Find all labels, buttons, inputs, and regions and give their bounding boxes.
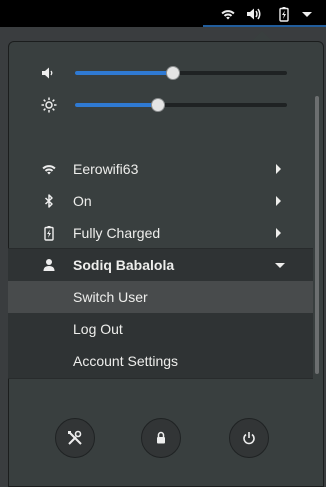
settings-tools-icon <box>68 430 82 445</box>
tray-active-indicator <box>203 25 326 27</box>
switch-user-label: Switch User <box>73 289 148 305</box>
account-settings-label: Account Settings <box>73 353 179 369</box>
menu-scrollbar[interactable] <box>315 96 319 374</box>
system-tray[interactable] <box>203 0 326 27</box>
top-bar <box>0 0 326 27</box>
power-button[interactable] <box>229 418 269 458</box>
wifi-menu-item[interactable]: Eerowifi63 <box>8 153 313 185</box>
dropdown-arrow-icon <box>299 6 315 22</box>
bluetooth-menu-item[interactable]: On <box>8 185 313 217</box>
switch-user-item[interactable]: Switch User <box>8 281 313 313</box>
log-out-item[interactable]: Log Out <box>8 313 313 345</box>
settings-button[interactable] <box>55 418 95 458</box>
brightness-slider-fill <box>75 103 158 107</box>
chevron-down-icon <box>275 263 285 268</box>
battery-menu-label: Fully Charged <box>73 225 161 241</box>
volume-icon <box>41 65 57 81</box>
volume-slider-row <box>0 58 300 88</box>
user-name: Sodiq Babalola <box>73 257 175 273</box>
chevron-right-icon <box>276 228 281 238</box>
lock-button[interactable] <box>141 418 181 458</box>
brightness-slider-row <box>0 90 300 120</box>
user-icon <box>41 257 57 273</box>
power-icon <box>243 432 255 445</box>
wifi-icon <box>41 161 57 177</box>
battery-menu-item[interactable]: Fully Charged <box>8 217 313 249</box>
bluetooth-icon <box>41 193 57 209</box>
volume-slider[interactable] <box>75 66 287 80</box>
wifi-menu-label: Eerowifi63 <box>73 161 139 177</box>
account-settings-item[interactable]: Account Settings <box>8 345 313 377</box>
brightness-slider-handle[interactable] <box>150 98 165 112</box>
chevron-right-icon <box>276 196 281 206</box>
wifi-icon <box>220 6 236 22</box>
log-out-label: Log Out <box>73 321 123 337</box>
lock-icon <box>157 431 165 444</box>
volume-slider-fill <box>75 71 173 75</box>
battery-charging-icon <box>41 225 57 241</box>
bluetooth-menu-label: On <box>73 193 92 209</box>
volume-icon <box>246 6 262 22</box>
volume-slider-handle[interactable] <box>165 66 180 80</box>
battery-charging-icon <box>276 6 292 22</box>
brightness-icon <box>41 97 57 113</box>
screen: Eerowifi63 On Fully Charged Sodiq Babalo… <box>0 0 326 487</box>
user-menu-item[interactable]: Sodiq Babalola <box>8 249 313 281</box>
brightness-slider[interactable] <box>75 98 287 112</box>
chevron-right-icon <box>276 164 281 174</box>
